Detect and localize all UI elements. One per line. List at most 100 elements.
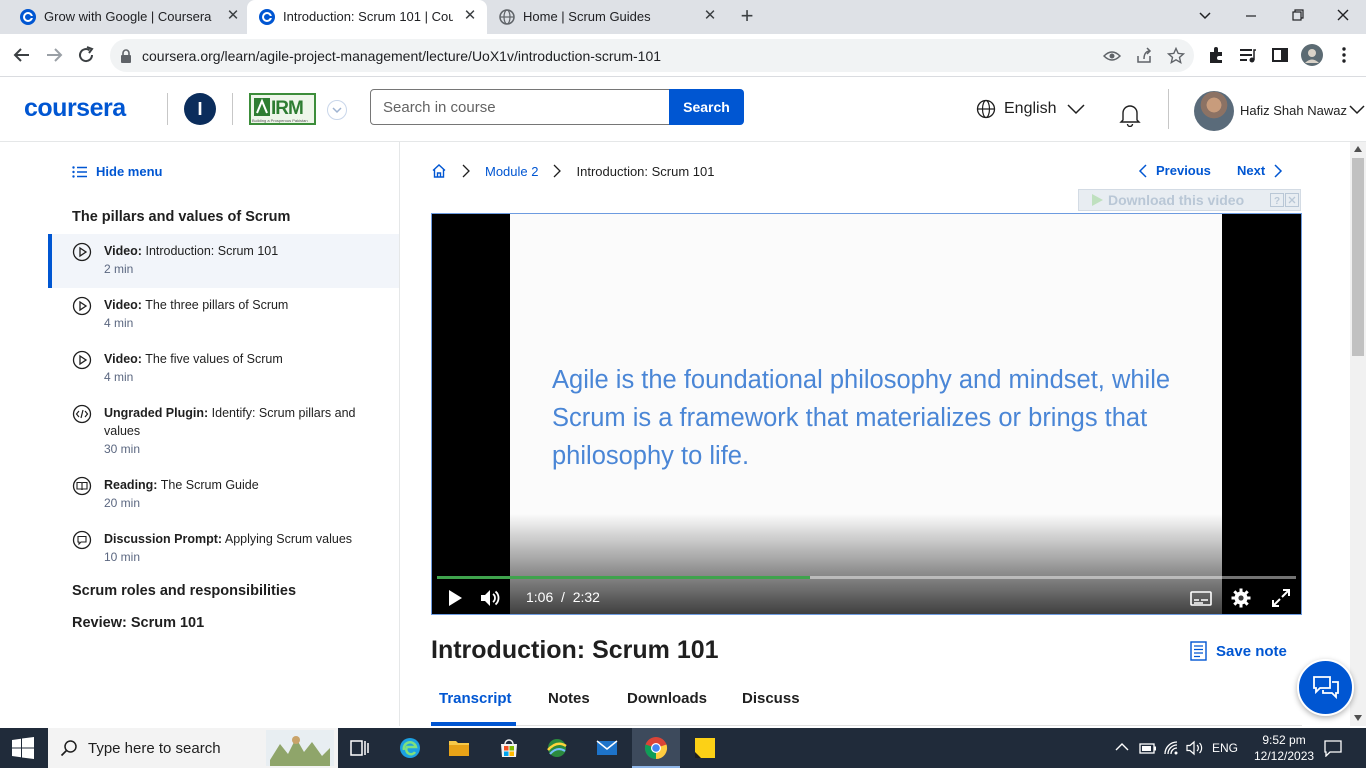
restore-window-icon[interactable] [1284, 5, 1310, 27]
play-icon[interactable] [444, 587, 466, 609]
close-icon[interactable] [1285, 193, 1299, 207]
windows-start-icon[interactable] [12, 737, 34, 759]
battery-icon[interactable] [1139, 740, 1157, 756]
side-panel-icon[interactable] [1271, 46, 1289, 64]
notifications-bell-icon[interactable] [1117, 101, 1143, 127]
language-selector[interactable]: English [976, 99, 1086, 119]
globe-icon [976, 99, 996, 119]
save-note-button[interactable]: Save note [1190, 641, 1287, 661]
new-tab-button[interactable]: + [736, 5, 758, 28]
photos-app-icon[interactable] [545, 736, 569, 760]
coursera-logo[interactable]: coursera [24, 94, 126, 123]
download-video-extension-bar[interactable]: Download this video ? [1078, 189, 1301, 211]
browser-tab-title: Introduction: Scrum 101 | Course [283, 9, 453, 24]
switch-organization-chevron-icon[interactable] [327, 100, 347, 120]
task-view-icon[interactable] [348, 736, 372, 760]
browser-menu-icon[interactable] [1335, 46, 1353, 64]
browser-tab-introduction-scrum[interactable]: Introduction: Scrum 101 | Course ✕ [247, 0, 487, 34]
code-plugin-icon [72, 404, 92, 424]
close-tab-icon[interactable]: ✕ [225, 8, 241, 24]
volume-icon[interactable] [1186, 740, 1204, 756]
eye-icon[interactable] [1103, 47, 1121, 65]
mail-icon[interactable] [595, 736, 619, 760]
tab-transcript[interactable]: Transcript [439, 690, 512, 707]
page-scrollbar[interactable] [1350, 142, 1366, 726]
breadcrumb-module-link[interactable]: Module 2 [485, 164, 538, 179]
outline-item-video[interactable]: Video: The five values of Scrum 4 min [48, 342, 399, 396]
section-title[interactable]: The pillars and values of Scrum [72, 209, 290, 225]
video-progress-bar[interactable] [437, 576, 1296, 579]
extensions-puzzle-icon[interactable] [1207, 46, 1225, 64]
show-hidden-icons-chevron-icon[interactable] [1115, 742, 1129, 752]
organization-badge[interactable]: I [184, 93, 216, 125]
file-explorer-icon[interactable] [447, 736, 471, 760]
outline-item-video[interactable]: Video: The three pillars of Scrum 4 min [48, 288, 399, 342]
outline-item-video[interactable]: Video: Introduction: Scrum 101 2 min [48, 234, 399, 288]
share-icon[interactable] [1135, 47, 1153, 65]
wifi-icon[interactable] [1163, 740, 1183, 756]
play-circle-icon [72, 350, 92, 370]
chevron-down-icon[interactable] [1349, 105, 1365, 115]
forward-arrow-icon[interactable] [42, 43, 66, 67]
hide-menu-button[interactable]: Hide menu [72, 164, 162, 179]
scroll-down-arrow-icon[interactable] [1354, 715, 1362, 721]
tab-discuss[interactable]: Discuss [742, 690, 800, 707]
browser-tab-grow-with-google[interactable]: Grow with Google | Coursera ✕ [8, 0, 248, 34]
close-tab-icon[interactable]: ✕ [462, 8, 478, 24]
breadcrumb-current: Introduction: Scrum 101 [576, 163, 715, 179]
media-playlist-icon[interactable] [1239, 46, 1257, 64]
item-type: Ungraded Plugin: [104, 406, 209, 420]
outline-item-plugin[interactable]: Ungraded Plugin: Identify: Scrum pillars… [48, 396, 399, 468]
subtitles-icon[interactable] [1190, 587, 1212, 609]
item-duration: 20 min [104, 496, 141, 510]
help-icon[interactable]: ? [1270, 193, 1284, 207]
taskbar-search[interactable]: Type here to search [48, 728, 338, 768]
fullscreen-icon[interactable] [1270, 587, 1292, 609]
windows-taskbar: Type here to search ENG 9:52 pm 12/12/20… [0, 728, 1366, 768]
tab-downloads[interactable]: Downloads [627, 690, 707, 707]
user-avatar[interactable] [1194, 91, 1234, 131]
section-title[interactable]: Review: Scrum 101 [72, 615, 204, 631]
tab-search-chevron-icon[interactable] [1192, 5, 1218, 27]
scroll-up-arrow-icon[interactable] [1354, 146, 1362, 152]
minimize-window-icon[interactable] [1238, 5, 1264, 27]
home-icon[interactable] [431, 163, 447, 179]
reload-icon[interactable] [74, 43, 98, 67]
tab-notes[interactable]: Notes [548, 690, 590, 707]
user-name[interactable]: Hafiz Shah Nawaz [1240, 103, 1347, 118]
bookmark-star-icon[interactable] [1167, 47, 1185, 65]
video-player[interactable]: Agile is the foundational philosophy and… [431, 213, 1302, 615]
lock-icon [121, 49, 131, 63]
sticky-notes-icon[interactable] [693, 736, 717, 760]
outline-item-discussion[interactable]: Discussion Prompt: Applying Scrum values… [48, 522, 399, 576]
section-title[interactable]: Scrum roles and responsibilities [72, 583, 296, 599]
search-button[interactable]: Search [669, 89, 744, 125]
search-icon [60, 740, 77, 757]
save-note-label: Save note [1216, 642, 1287, 660]
system-clock[interactable]: 9:52 pm 12/12/2023 [1254, 732, 1314, 764]
close-window-icon[interactable] [1330, 5, 1356, 27]
settings-gear-icon[interactable] [1230, 587, 1252, 609]
next-button[interactable]: Next [1237, 163, 1283, 178]
browser-tab-scrum-guides[interactable]: Home | Scrum Guides ✕ [487, 0, 727, 34]
search-input[interactable] [370, 89, 670, 125]
coursera-favicon-icon [20, 9, 36, 25]
play-icon [1092, 194, 1103, 206]
outline-item-reading[interactable]: Reading: The Scrum Guide 20 min [48, 468, 399, 522]
chrome-taskbar-button[interactable] [632, 728, 680, 768]
edge-browser-icon[interactable] [398, 736, 422, 760]
url-text[interactable]: coursera.org/learn/agile-project-managem… [142, 48, 661, 64]
irm-leaf-icon [254, 98, 270, 116]
address-bar[interactable]: coursera.org/learn/agile-project-managem… [110, 39, 1194, 72]
chat-assistant-button[interactable] [1297, 659, 1354, 716]
input-language-indicator[interactable]: ENG [1212, 741, 1238, 755]
close-tab-icon[interactable]: ✕ [702, 8, 718, 24]
microsoft-store-icon[interactable] [497, 736, 521, 760]
partner-logo[interactable]: IRM Building a Prosperous Pakistan [249, 93, 316, 125]
back-arrow-icon[interactable] [10, 43, 34, 67]
notifications-center-icon[interactable] [1323, 739, 1343, 757]
volume-icon[interactable] [479, 587, 501, 609]
profile-avatar-icon[interactable] [1301, 44, 1323, 66]
scrollbar-thumb[interactable] [1352, 158, 1364, 356]
previous-button[interactable]: Previous [1138, 163, 1211, 178]
